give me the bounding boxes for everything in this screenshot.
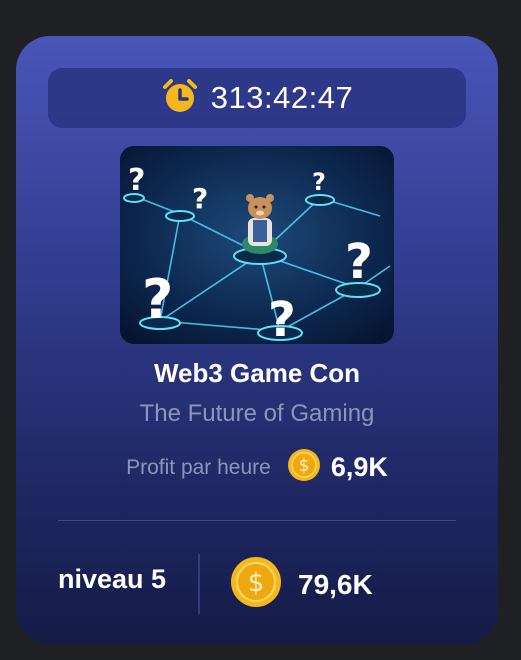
upgrade-card[interactable]: 313:42:47 ? ? ? ? ? ? Web3 Game Con The … bbox=[16, 36, 498, 644]
svg-text:?: ? bbox=[268, 292, 296, 344]
coin-icon: $ bbox=[230, 556, 282, 613]
alarm-clock-icon bbox=[161, 77, 199, 120]
profit-label: Profit par heure bbox=[126, 455, 271, 479]
svg-text:?: ? bbox=[142, 268, 173, 331]
profit-per-hour: Profit par heure $ 6,9K bbox=[16, 448, 498, 487]
coin-icon: $ bbox=[287, 448, 321, 487]
svg-text:?: ? bbox=[192, 182, 208, 215]
card-illustration: ? ? ? ? ? ? bbox=[120, 146, 394, 344]
vertical-separator bbox=[198, 554, 200, 614]
svg-text:$: $ bbox=[248, 568, 265, 598]
card-title: Web3 Game Con bbox=[153, 358, 361, 388]
cost-value: 79,6K bbox=[298, 568, 373, 600]
level-label: niveau 5 bbox=[58, 564, 167, 594]
svg-text:?: ? bbox=[312, 168, 326, 196]
timer-text: 313:42:47 bbox=[210, 80, 354, 115]
card-subtitle: The Future of Gaming bbox=[139, 400, 375, 427]
profit-value: 6,9K bbox=[330, 452, 388, 482]
cooldown-timer: 313:42:47 bbox=[48, 68, 466, 128]
upgrade-cost[interactable]: $ 79,6K bbox=[230, 556, 373, 613]
svg-text:?: ? bbox=[128, 163, 145, 198]
divider bbox=[58, 520, 456, 521]
svg-text:$: $ bbox=[298, 456, 309, 476]
svg-text:?: ? bbox=[345, 234, 373, 290]
